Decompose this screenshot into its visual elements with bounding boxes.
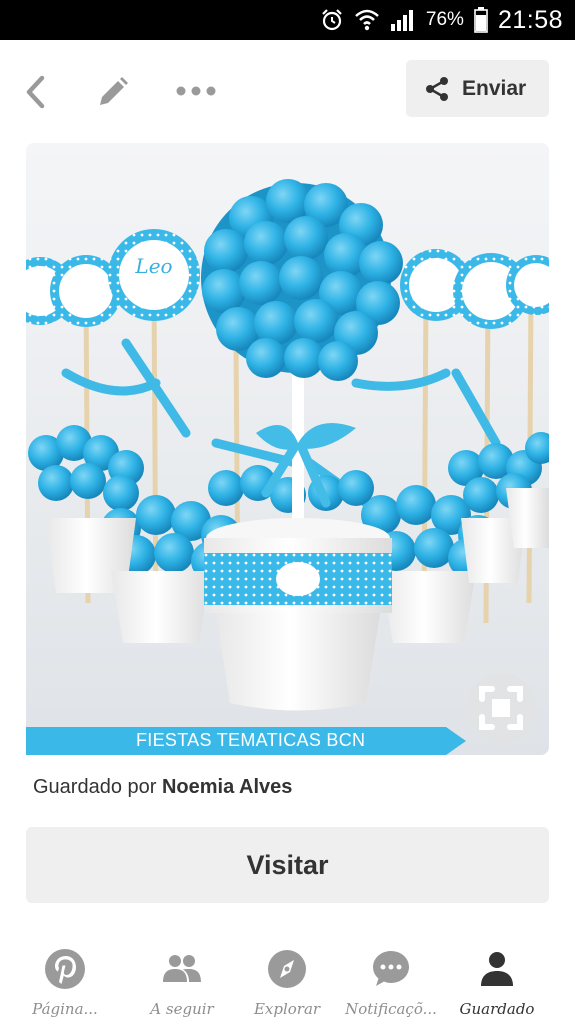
nav-item-saved[interactable]: Guardado <box>442 944 552 1024</box>
compass-icon <box>266 948 308 995</box>
nav-label-following: A seguir <box>150 1000 214 1018</box>
bottom-nav: Página... A seguir Explorar Notificaçõ..… <box>0 936 575 1024</box>
saved-by-prefix: Guardado por <box>33 776 157 798</box>
signal-icon <box>390 8 416 32</box>
nav-label-explore: Explorar <box>253 1000 321 1018</box>
wifi-icon <box>354 8 380 32</box>
more-dots-icon <box>176 86 216 96</box>
battery-percent: 76% <box>425 9 464 30</box>
chat-bubble-icon <box>370 948 412 995</box>
nav-item-following[interactable]: A seguir <box>127 944 237 1024</box>
visit-button[interactable]: Visitar <box>26 827 549 903</box>
clock: 21:58 <box>497 5 563 34</box>
nav-label-notifications: Notificaçõ... <box>345 1000 437 1018</box>
battery-icon <box>474 7 488 33</box>
back-button[interactable] <box>20 72 54 112</box>
profile-icon <box>476 948 518 995</box>
nav-item-explore[interactable]: Explorar <box>232 944 342 1024</box>
topper-name: Leo <box>134 254 172 278</box>
pencil-icon <box>100 77 128 105</box>
people-icon <box>161 948 203 995</box>
share-icon <box>426 76 448 101</box>
edit-button[interactable] <box>94 72 128 112</box>
expand-image-button[interactable] <box>466 673 536 743</box>
watermark-text: FIESTAS TEMATICAS BCN <box>136 730 366 750</box>
pin-toolbar: Enviar <box>0 40 575 140</box>
pompom-tree-photo: Leo <box>26 143 549 755</box>
expand-icon <box>479 686 523 730</box>
saved-by-user[interactable]: Noemia Alves <box>162 776 292 798</box>
visit-label: Visitar <box>246 849 329 880</box>
alarm-icon <box>320 8 344 32</box>
chevron-left-icon <box>26 75 45 109</box>
saved-by-line: Guardado por Noemia Alves <box>33 776 292 799</box>
nav-label-home: Página... <box>32 1000 98 1018</box>
send-label: Enviar <box>462 76 527 100</box>
pin-image[interactable]: Leo <box>26 143 549 755</box>
nav-item-home[interactable]: Página... <box>10 944 120 1024</box>
more-options-button[interactable] <box>172 80 220 102</box>
status-bar: 76% 21:58 <box>0 0 575 40</box>
nav-label-saved: Guardado <box>459 1000 535 1018</box>
send-button[interactable]: Enviar <box>406 60 549 117</box>
pinterest-icon <box>44 948 86 995</box>
nav-item-notifications[interactable]: Notificaçõ... <box>336 944 446 1024</box>
